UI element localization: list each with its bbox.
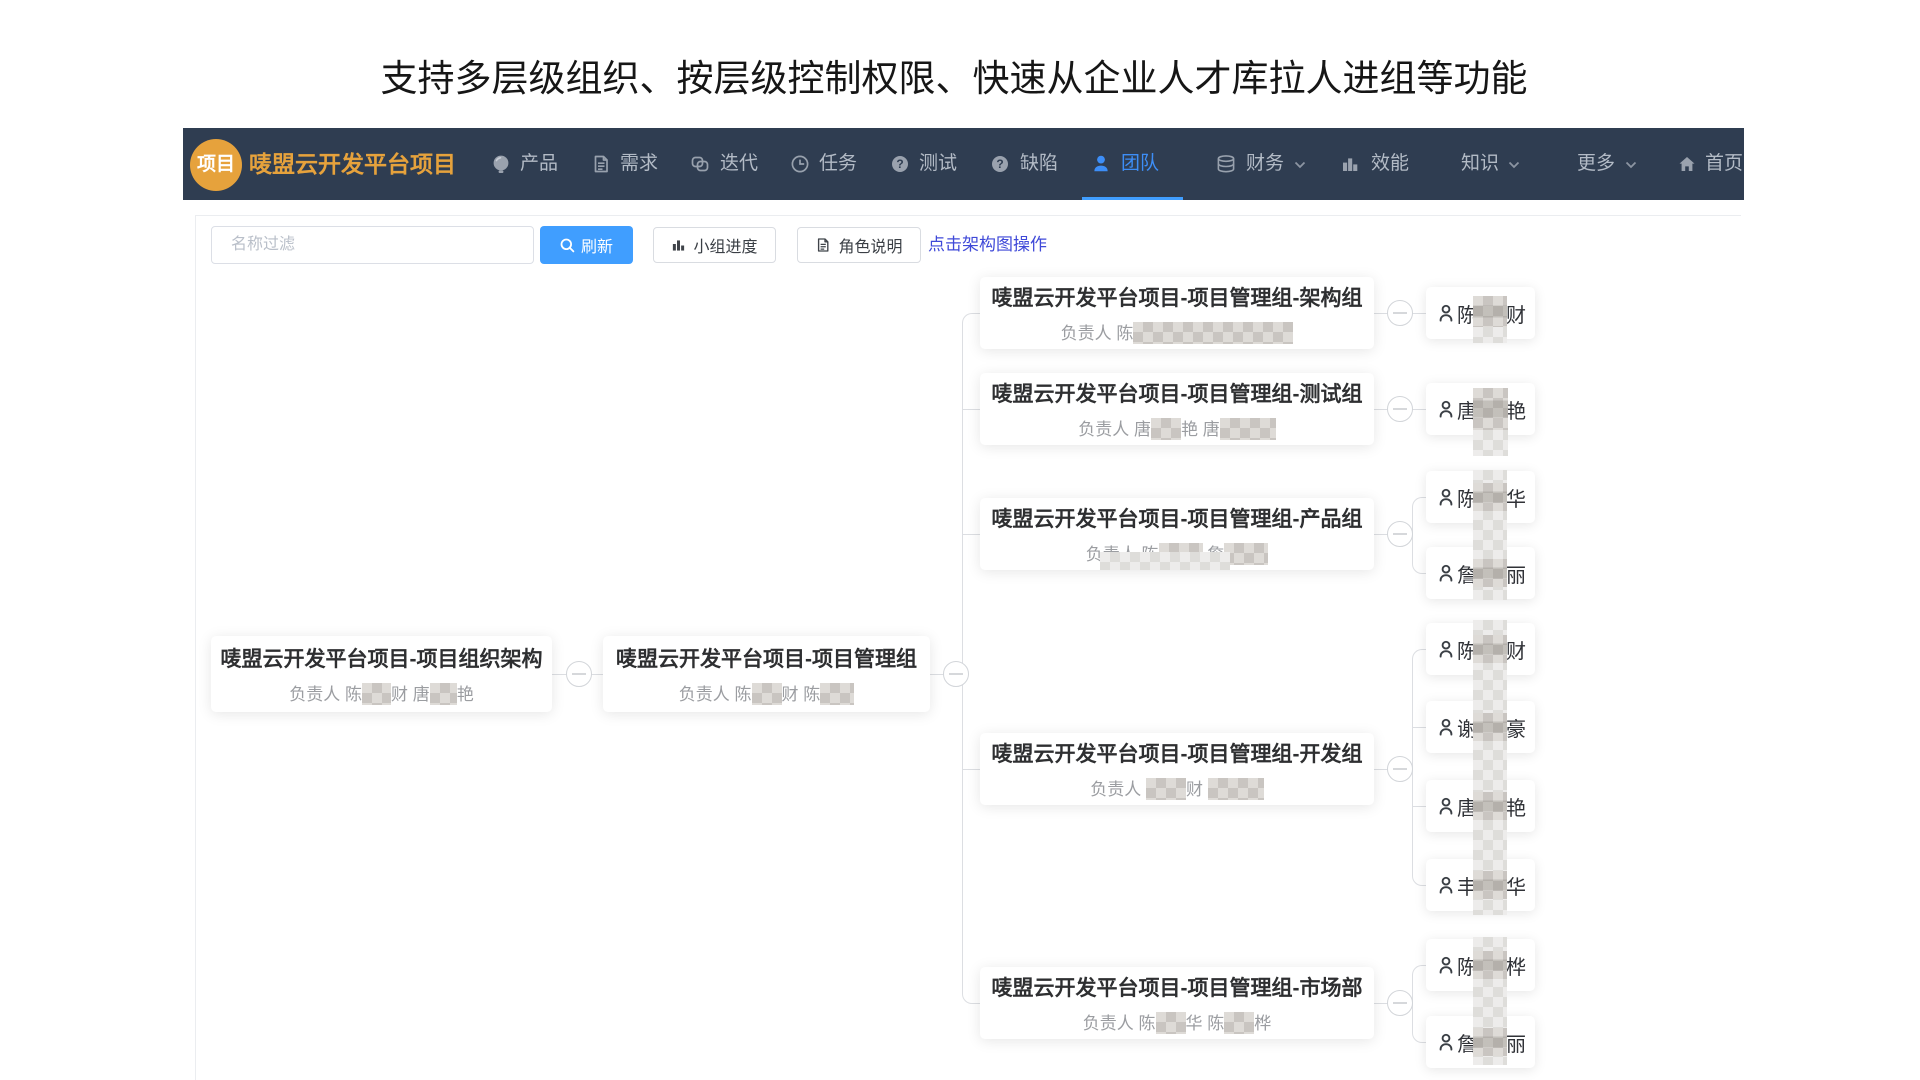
svg-text:?: ? <box>996 157 1003 171</box>
svg-text:?: ? <box>896 157 903 171</box>
